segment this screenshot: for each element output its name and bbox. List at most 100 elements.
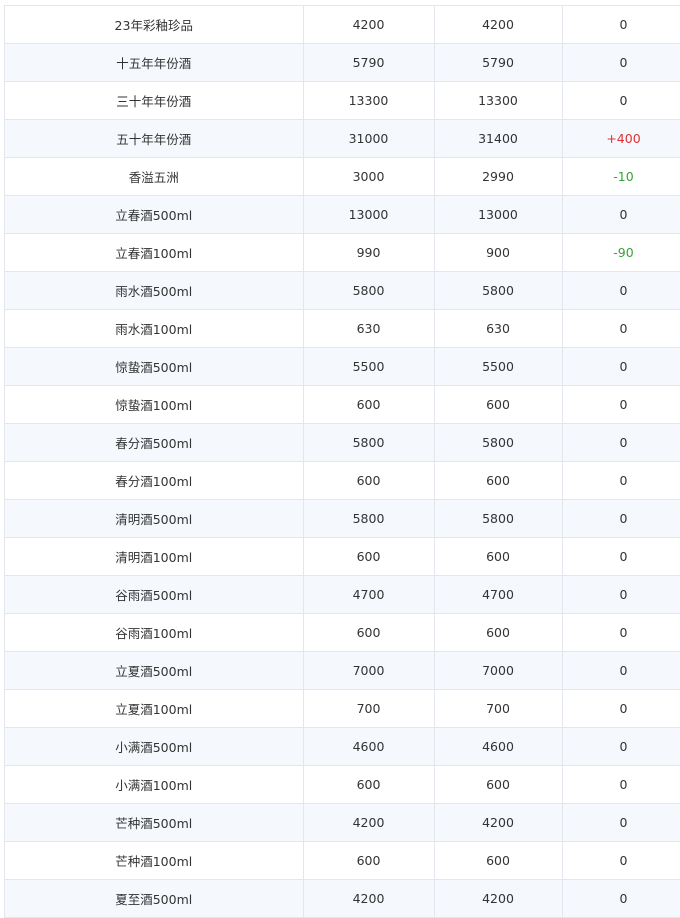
previous-price-cell: 5800: [303, 423, 435, 462]
price-change-cell: 0: [562, 81, 680, 120]
price-change-cell: 0: [562, 689, 680, 728]
previous-price-cell: 600: [303, 765, 435, 804]
product-name-cell: 清明酒100ml: [5, 537, 304, 576]
price-change-cell: 0: [562, 727, 680, 766]
price-change-cell: 0: [562, 195, 680, 234]
product-name-cell: 惊蛰酒500ml: [5, 347, 304, 386]
previous-price-cell: 4700: [303, 575, 435, 614]
price-change-cell: 0: [562, 43, 680, 82]
price-change-cell: -90: [562, 233, 680, 272]
previous-price-cell: 600: [303, 461, 435, 500]
price-change-cell: 0: [562, 461, 680, 500]
table-row: 立夏酒100ml 700 700 0: [5, 689, 680, 728]
current-price-cell: 4700: [434, 575, 563, 614]
previous-price-cell: 990: [303, 233, 435, 272]
previous-price-cell: 13000: [303, 195, 435, 234]
previous-price-cell: 600: [303, 841, 435, 880]
table-row: 立夏酒500ml 7000 7000 0: [5, 651, 680, 690]
previous-price-cell: 5800: [303, 271, 435, 310]
table-row: 雨水酒500ml 5800 5800 0: [5, 271, 680, 310]
product-name-cell: 雨水酒500ml: [5, 271, 304, 310]
price-change-cell: 0: [562, 841, 680, 880]
table-row: 芒种酒100ml 600 600 0: [5, 841, 680, 880]
product-name-cell: 三十年年份酒: [5, 81, 304, 120]
current-price-cell: 5800: [434, 271, 563, 310]
current-price-cell: 5500: [434, 347, 563, 386]
price-change-cell: 0: [562, 765, 680, 804]
table-row: 夏至酒500ml 4200 4200 0: [5, 879, 680, 918]
price-change-cell: 0: [562, 651, 680, 690]
previous-price-cell: 5800: [303, 499, 435, 538]
current-price-cell: 600: [434, 537, 563, 576]
current-price-cell: 600: [434, 613, 563, 652]
current-price-cell: 700: [434, 689, 563, 728]
product-name-cell: 立春酒500ml: [5, 195, 304, 234]
product-name-cell: 芒种酒500ml: [5, 803, 304, 842]
table-row: 三十年年份酒 13300 13300 0: [5, 81, 680, 120]
previous-price-cell: 4200: [303, 803, 435, 842]
price-change-cell: 0: [562, 499, 680, 538]
current-price-cell: 5800: [434, 499, 563, 538]
current-price-cell: 4200: [434, 803, 563, 842]
product-name-cell: 香溢五洲: [5, 157, 304, 196]
price-change-cell: 0: [562, 271, 680, 310]
price-table-body: 23年彩釉珍品 4200 4200 0 十五年年份酒 5790 5790 0 三十年年份酒 133…: [5, 6, 680, 918]
product-name-cell: 谷雨酒500ml: [5, 575, 304, 614]
current-price-cell: 600: [434, 385, 563, 424]
previous-price-cell: 5790: [303, 43, 435, 82]
product-name-cell: 清明酒500ml: [5, 499, 304, 538]
current-price-cell: 600: [434, 841, 563, 880]
product-name-cell: 立夏酒100ml: [5, 689, 304, 728]
product-name-cell: 十五年年份酒: [5, 43, 304, 82]
current-price-cell: 630: [434, 309, 563, 348]
product-name-cell: 惊蛰酒100ml: [5, 385, 304, 424]
current-price-cell: 900: [434, 233, 563, 272]
previous-price-cell: 13300: [303, 81, 435, 120]
product-name-cell: 23年彩釉珍品: [5, 6, 304, 44]
previous-price-cell: 700: [303, 689, 435, 728]
current-price-cell: 4200: [434, 879, 563, 918]
previous-price-cell: 4200: [303, 6, 435, 44]
previous-price-cell: 31000: [303, 119, 435, 158]
price-change-cell: 0: [562, 537, 680, 576]
previous-price-cell: 4200: [303, 879, 435, 918]
table-row: 23年彩釉珍品 4200 4200 0: [5, 6, 680, 44]
previous-price-cell: 600: [303, 385, 435, 424]
price-change-cell: 0: [562, 423, 680, 462]
product-name-cell: 春分酒500ml: [5, 423, 304, 462]
price-change-cell: 0: [562, 613, 680, 652]
current-price-cell: 31400: [434, 119, 563, 158]
price-change-cell: +400: [562, 119, 680, 158]
product-name-cell: 芒种酒100ml: [5, 841, 304, 880]
product-name-cell: 小满酒100ml: [5, 765, 304, 804]
current-price-cell: 600: [434, 461, 563, 500]
table-row: 谷雨酒100ml 600 600 0: [5, 613, 680, 652]
previous-price-cell: 600: [303, 537, 435, 576]
product-name-cell: 夏至酒500ml: [5, 879, 304, 918]
product-name-cell: 春分酒100ml: [5, 461, 304, 500]
current-price-cell: 5790: [434, 43, 563, 82]
previous-price-cell: 4600: [303, 727, 435, 766]
previous-price-cell: 5500: [303, 347, 435, 386]
price-change-cell: 0: [562, 385, 680, 424]
current-price-cell: 4600: [434, 727, 563, 766]
table-row: 芒种酒500ml 4200 4200 0: [5, 803, 680, 842]
price-change-cell: -10: [562, 157, 680, 196]
price-change-cell: 0: [562, 347, 680, 386]
previous-price-cell: 3000: [303, 157, 435, 196]
table-row: 春分酒500ml 5800 5800 0: [5, 423, 680, 462]
table-row: 小满酒100ml 600 600 0: [5, 765, 680, 804]
product-name-cell: 立夏酒500ml: [5, 651, 304, 690]
current-price-cell: 5800: [434, 423, 563, 462]
table-row: 谷雨酒500ml 4700 4700 0: [5, 575, 680, 614]
product-name-cell: 谷雨酒100ml: [5, 613, 304, 652]
current-price-cell: 2990: [434, 157, 563, 196]
price-change-cell: 0: [562, 6, 680, 44]
table-row: 雨水酒100ml 630 630 0: [5, 309, 680, 348]
current-price-cell: 600: [434, 765, 563, 804]
table-row: 十五年年份酒 5790 5790 0: [5, 43, 680, 82]
table-row: 立春酒100ml 990 900 -90: [5, 233, 680, 272]
previous-price-cell: 600: [303, 613, 435, 652]
current-price-cell: 13300: [434, 81, 563, 120]
price-table: 23年彩釉珍品 4200 4200 0 十五年年份酒 5790 5790 0 三十年年份酒 133…: [5, 6, 680, 918]
